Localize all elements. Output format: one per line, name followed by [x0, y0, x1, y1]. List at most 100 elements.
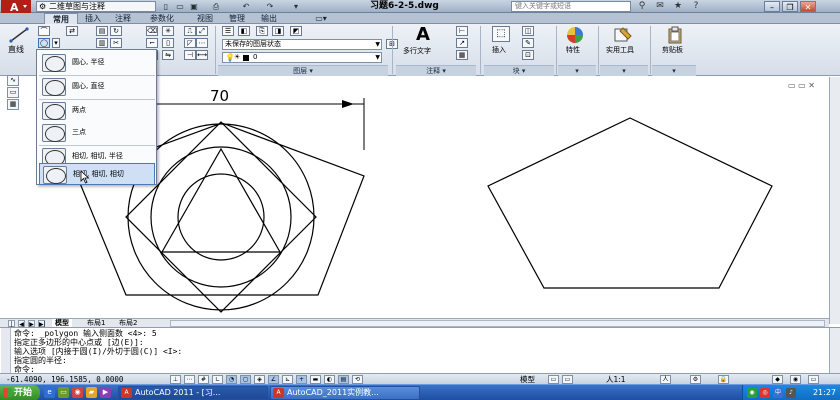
volume-tray-icon[interactable]: ♪	[786, 388, 796, 398]
close-button[interactable]: ✕	[800, 1, 816, 12]
autocad-logo-icon[interactable]: A	[1, 0, 31, 13]
tab-insert[interactable]: 插入	[80, 13, 106, 24]
stretch-icon[interactable]: ▯	[162, 38, 174, 48]
workspace-switching-icon[interactable]: ⚙	[690, 375, 701, 384]
app-quicklaunch-icon[interactable]: ◉	[72, 387, 83, 398]
trim-icon[interactable]: ✂	[110, 38, 122, 48]
hardware-acceleration-icon[interactable]: ◆	[772, 375, 783, 384]
polyline-icon[interactable]: ⌒	[38, 26, 50, 36]
quick-view-layouts-icon[interactable]: ▭	[548, 375, 559, 384]
prev-layout-icon[interactable]: ◀	[18, 320, 25, 328]
folder-quicklaunch-icon[interactable]: ▰	[86, 387, 97, 398]
minimize-button[interactable]: –	[764, 1, 780, 12]
redo-icon[interactable]: ↷	[264, 1, 276, 12]
dimension-icon[interactable]: ⊢	[456, 26, 468, 36]
infer-constraints-toggle[interactable]: ⊥	[170, 375, 181, 384]
tab-output[interactable]: 输出	[256, 13, 282, 24]
scale-icon[interactable]: ⤢	[196, 26, 208, 36]
network-tray-icon[interactable]: ◉	[747, 388, 757, 398]
properties-section-dropdown[interactable]: ▾	[558, 65, 596, 76]
offset-icon[interactable]: ⎍	[184, 26, 196, 36]
first-layout-icon[interactable]: |◀	[8, 320, 15, 335]
3d-osnap-toggle[interactable]: ◈	[254, 375, 265, 384]
multiline-text-icon[interactable]: A	[413, 25, 433, 45]
circle-tool-icon[interactable]: ◯	[38, 38, 50, 48]
create-block-icon[interactable]: ◫	[522, 26, 534, 36]
communication-center-icon[interactable]: ✉	[654, 1, 666, 12]
line-tool-icon[interactable]	[8, 26, 30, 44]
mirror-icon[interactable]: ⇋	[162, 50, 174, 60]
selection-cycling-toggle[interactable]: ⟲	[352, 375, 363, 384]
layer-off-icon[interactable]: ◩	[290, 26, 302, 36]
snap-toggle[interactable]: ⋯	[184, 375, 195, 384]
layer-state-icon[interactable]: ◧	[238, 26, 250, 36]
move-arrows-icon[interactable]: ⇄	[66, 26, 78, 36]
last-layout-icon[interactable]: ▶|	[38, 320, 46, 328]
print-icon[interactable]: ⎙	[210, 1, 222, 12]
lengthen-icon[interactable]: ⟷	[196, 50, 208, 60]
favorites-icon[interactable]: ★	[672, 1, 684, 12]
clean-screen-icon[interactable]: ▭	[808, 375, 819, 384]
ducs-toggle[interactable]: ⊾	[282, 375, 293, 384]
command-window-grip[interactable]	[1, 328, 11, 374]
grid-toggle[interactable]: #	[198, 375, 209, 384]
ribbon-toggle-icon[interactable]: ▭▾	[314, 13, 328, 24]
menu-item-tan-tan-tan[interactable]: 相切, 相切, 相切	[39, 163, 155, 185]
quick-view-drawings-icon[interactable]: ▭	[562, 375, 573, 384]
polyline-side-icon[interactable]: ∿	[7, 75, 19, 86]
layer-state-select[interactable]: 未保存的图层状态 ▼	[222, 39, 382, 50]
layer-match-icon[interactable]: ⎘	[256, 26, 268, 36]
tab-annotate[interactable]: 注释	[110, 13, 136, 24]
chamfer-icon[interactable]: ◸	[184, 38, 196, 48]
start-button[interactable]: 开始	[0, 385, 40, 400]
menu-item-two-point[interactable]: 两点	[39, 100, 155, 122]
help-icon[interactable]: ?	[690, 1, 702, 12]
tab-parametric[interactable]: 参数化	[142, 13, 182, 24]
desktop-quicklaunch-icon[interactable]: ▭	[58, 387, 69, 398]
attribute-icon[interactable]: ⊡	[522, 50, 534, 60]
rotate-icon[interactable]: ↻	[110, 26, 122, 36]
ortho-toggle[interactable]: ∟	[212, 375, 223, 384]
dyn-toggle[interactable]: +	[296, 375, 307, 384]
isolate-objects-icon[interactable]: ◉	[790, 375, 801, 384]
menu-item-center-radius[interactable]: 圆心, 半径	[39, 52, 155, 74]
table-icon[interactable]: ▦	[456, 50, 468, 60]
hatch-side-icon[interactable]: ▦	[7, 99, 19, 110]
restore-button[interactable]: ❐	[782, 1, 798, 12]
osnap-toggle[interactable]: ◻	[240, 375, 251, 384]
modify2-icon[interactable]: ▥	[96, 38, 108, 48]
ie-quicklaunch-icon[interactable]: e	[44, 387, 55, 398]
tab-manage[interactable]: 管理	[224, 13, 250, 24]
utilities-icon[interactable]	[613, 26, 633, 44]
open-file-icon[interactable]: ▭	[174, 1, 186, 12]
clipboard-icon[interactable]	[666, 26, 684, 44]
clipboard-section-dropdown[interactable]: ▾	[652, 65, 696, 76]
security-tray-icon[interactable]: ◎	[760, 388, 770, 398]
menu-item-three-point[interactable]: 三点	[39, 122, 155, 144]
break-icon[interactable]: ⋯	[196, 38, 208, 48]
edit-block-icon[interactable]: ✎	[522, 38, 534, 48]
workspace-switcher[interactable]: ⚙ 二维草图与注释	[36, 1, 156, 12]
polar-toggle[interactable]: ◔	[226, 375, 237, 384]
media-quicklaunch-icon[interactable]: ▶	[100, 387, 111, 398]
layer-select[interactable]: 💡 ☀ 0 ▼	[222, 52, 382, 63]
utilities-section-dropdown[interactable]: ▾	[600, 65, 648, 76]
menu-item-center-diameter[interactable]: 圆心, 直径	[39, 76, 155, 98]
horizontal-scrollbar[interactable]	[170, 320, 825, 327]
lock-icon[interactable]: 🔒	[718, 375, 729, 384]
modify-icon[interactable]: ▤	[96, 26, 108, 36]
taskbar-autocad-window[interactable]: A AutoCAD 2011 - [习...	[118, 386, 268, 400]
leader-icon[interactable]: ↗	[456, 38, 468, 48]
taskbar-tutorial-window[interactable]: A AutoCAD_2011实例教...	[270, 386, 420, 400]
transparency-toggle[interactable]: ◐	[324, 375, 335, 384]
rectangle-side-icon[interactable]: ▭	[7, 87, 19, 98]
command-scrollbar[interactable]	[829, 328, 840, 374]
tab-home[interactable]: 常用	[44, 13, 78, 24]
viewport-controls[interactable]: ▭ ▭ ✕	[788, 81, 815, 90]
ime-tray-icon[interactable]: 中	[773, 388, 783, 398]
circle-dropdown-icon[interactable]: ▾	[52, 38, 60, 48]
vertical-scrollbar[interactable]	[829, 77, 840, 324]
annotation-visibility-icon[interactable]: 人	[660, 375, 671, 384]
quick-properties-toggle[interactable]: ▤	[338, 375, 349, 384]
quick-access-dropdown-icon[interactable]: ▾	[290, 1, 302, 12]
